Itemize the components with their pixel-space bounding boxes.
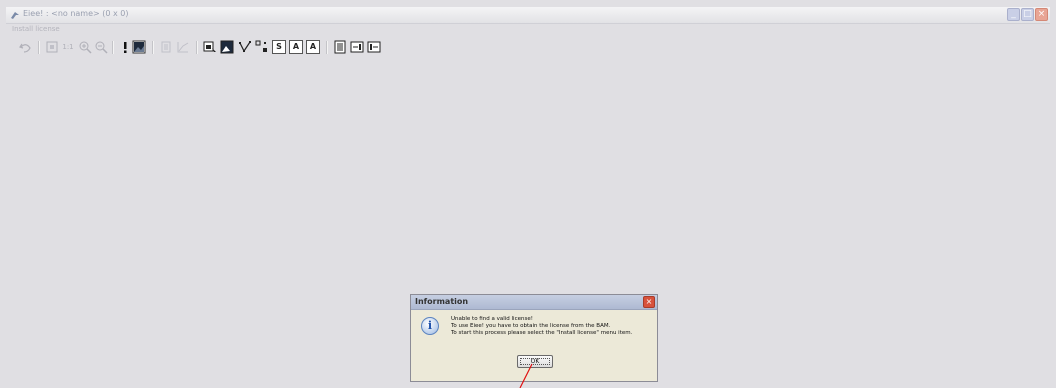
toolbar-separator [326,41,328,54]
window-controls: _ □ × [1007,8,1048,21]
zoom-actual-icon[interactable]: 1:1 [61,40,75,54]
align-left-icon[interactable] [367,40,381,54]
ok-button[interactable]: OK [517,355,553,368]
select-region-icon[interactable] [203,40,217,54]
menu-item-install-license[interactable]: Install license [6,25,60,33]
toolbar-separator [152,41,154,54]
text-box-alt-icon[interactable]: A [306,40,320,54]
polyline-icon[interactable] [238,40,252,54]
dialog-close-button[interactable]: × [643,296,655,308]
menu-bar: Install license [6,24,60,34]
list-icon[interactable] [159,40,173,54]
app-icon [11,12,19,19]
fit-icon[interactable] [45,40,59,54]
document-icon[interactable] [333,40,347,54]
align-right-icon[interactable] [350,40,364,54]
toolbar-separator [196,41,198,54]
information-dialog: Information × i Unable to find a valid l… [410,294,658,382]
exclamation-icon[interactable] [118,40,132,54]
focus-rect [520,358,550,365]
chart-icon[interactable] [176,40,190,54]
undo-icon[interactable] [18,40,32,54]
maximize-icon: □ [1023,9,1032,19]
toolbar-separator [112,41,114,54]
toolbar-separator [38,41,40,54]
minimize-icon: _ [1011,9,1016,19]
zoom-in-icon[interactable] [78,40,92,54]
dialog-title-bar: Information × [411,295,657,310]
text-box-icon[interactable]: A [289,40,303,54]
toolbar: 1:1 S A A [6,38,1050,58]
close-button[interactable]: × [1035,8,1048,21]
dialog-message-line: Unable to find a valid license! [451,316,533,322]
text-tool-icon[interactable]: S [272,40,286,54]
maximize-button[interactable]: □ [1021,8,1034,21]
window-title: Eiee! : <no name> (0 x 0) [23,9,129,18]
points-icon[interactable] [255,40,269,54]
minimize-button[interactable]: _ [1007,8,1020,21]
dialog-title: Information [415,297,469,306]
close-icon: × [1037,9,1046,19]
close-icon: × [645,297,653,306]
dialog-message-line: To use Eiee! you have to obtain the lice… [451,323,611,329]
zoom-out-icon[interactable] [94,40,108,54]
image-icon[interactable] [132,40,146,54]
image-region-icon[interactable] [220,40,234,54]
dialog-message-line: To start this process please select the … [451,330,633,336]
dialog-message: Unable to find a valid license! To use E… [451,316,632,337]
title-bar: Eiee! : <no name> (0 x 0) _ □ × [6,7,1050,24]
info-icon: i [421,317,439,335]
